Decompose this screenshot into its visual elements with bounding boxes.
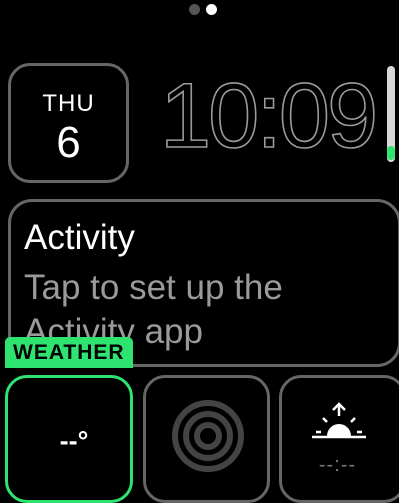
activity-rings-complication[interactable] [143,375,270,503]
weather-complication[interactable]: --° [5,375,133,503]
date-complication[interactable]: THU 6 [8,63,129,183]
scroll-position-thumb [387,146,395,160]
weather-label: WEATHER [5,337,133,368]
sunrise-icon [312,402,366,439]
page-indicator [189,4,217,15]
date-day: 6 [56,118,81,167]
time-display: 10:09 [159,65,379,167]
weather-temperature: --° [59,426,89,456]
sunrise-time: --:-- [318,454,357,476]
sunrise-complication[interactable]: --:-- [279,375,399,503]
page-dot [189,4,200,15]
activity-rings-icon [172,400,244,472]
page-dot-active [206,4,217,15]
date-weekday: THU [42,90,95,117]
activity-title: Activity [24,218,135,257]
